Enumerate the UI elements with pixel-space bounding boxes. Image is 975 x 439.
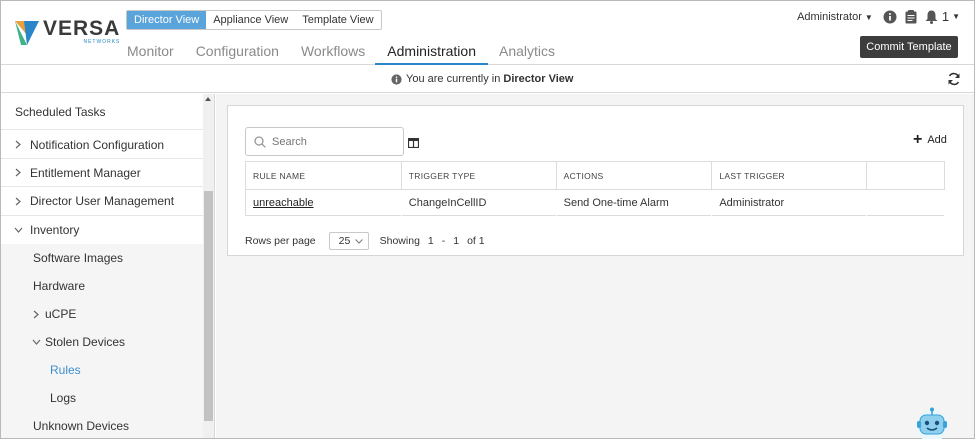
sidebar-item-hardware[interactable]: Hardware: [1, 272, 203, 300]
sidebar-item-unknown-devices[interactable]: Unknown Devices: [1, 412, 203, 438]
tab-analytics[interactable]: Analytics: [499, 41, 555, 65]
info-icon: [391, 73, 402, 85]
table-cell: ChangeInCellID: [401, 189, 557, 216]
appliance-view-button[interactable]: Appliance View: [206, 11, 295, 29]
caret-down-icon: ▼: [952, 12, 960, 21]
column-header-actions[interactable]: ACTIONS: [556, 161, 713, 190]
clipboard-icon[interactable]: [905, 9, 917, 24]
tab-configuration[interactable]: Configuration: [196, 41, 279, 65]
add-rule-button[interactable]: + Add: [913, 131, 947, 148]
current-view-message: You are currently in Director View: [391, 73, 573, 85]
sidebar-item-label: Hardware: [33, 279, 86, 293]
chatbot-assistant-icon[interactable]: [914, 406, 950, 439]
brand-sub: NETWORKS: [83, 39, 121, 45]
view-info-bar: You are currently in Director View: [1, 65, 974, 93]
showing-from: 1: [427, 235, 434, 247]
rule-name-link[interactable]: unreachable: [245, 189, 402, 216]
tab-administration[interactable]: Administration: [375, 41, 488, 65]
sidebar-item-notification-configuration[interactable]: Notification Configuration: [1, 131, 203, 159]
app-header: VERSA NETWORKS Director View Appliance V…: [1, 1, 974, 65]
info-icon[interactable]: [883, 10, 897, 24]
sidebar-item-inventory[interactable]: Inventory: [1, 216, 203, 244]
chevron-down-icon: [30, 339, 42, 345]
view-switcher: Director View Appliance View Template Vi…: [126, 10, 382, 30]
sidebar: Scheduled Tasks Notification Configurati…: [1, 94, 215, 438]
chevron-down-icon: [354, 238, 363, 244]
chevron-right-icon: [12, 197, 24, 206]
sidebar-item-label: Director User Management: [30, 194, 175, 208]
showing-total: of 1: [467, 235, 485, 247]
scroll-up-arrow-icon[interactable]: [205, 97, 211, 101]
table-header-row: RULE NAME TRIGGER TYPE ACTIONS LAST TRIG…: [245, 161, 945, 190]
main-content: + Add RULE NAME TRIGGER TYPE ACTIONS LAS…: [216, 94, 974, 438]
sidebar-scrollbar-thumb[interactable]: [204, 191, 213, 421]
notification-count: 1: [941, 9, 950, 24]
column-toggle-icon[interactable]: [407, 135, 420, 153]
table-cell: [866, 189, 945, 216]
add-label: Add: [927, 134, 947, 146]
main-nav: Monitor Configuration Workflows Administ…: [127, 41, 577, 65]
info-prefix: You are currently in: [406, 73, 501, 85]
rows-per-page-value: 25: [338, 235, 351, 247]
rules-table: RULE NAME TRIGGER TYPE ACTIONS LAST TRIG…: [245, 161, 945, 216]
bell-icon: [925, 10, 938, 24]
sidebar-item-label: Stolen Devices: [45, 335, 126, 349]
notifications-button[interactable]: 1 ▼: [925, 9, 960, 24]
versa-logo[interactable]: VERSA NETWORKS: [15, 18, 120, 45]
template-view-button[interactable]: Template View: [295, 11, 380, 29]
commit-template-button[interactable]: Commit Template: [860, 36, 958, 58]
user-dropdown[interactable]: Administrator ▼: [797, 11, 873, 23]
plus-icon: +: [913, 131, 923, 148]
showing-to: 1: [453, 235, 460, 247]
brand-name: VERSA: [43, 17, 121, 40]
chevron-right-icon: [12, 140, 24, 149]
table-cell: Send One-time Alarm: [556, 189, 713, 216]
rows-per-page-select[interactable]: 25: [328, 232, 369, 250]
sidebar-item-label: uCPE: [45, 307, 77, 321]
sidebar-item-label: Inventory: [30, 223, 80, 237]
sidebar-item-stolen-devices[interactable]: Stolen Devices: [1, 328, 203, 356]
sidebar-item-label: Entitlement Manager: [30, 165, 141, 180]
director-view-button[interactable]: Director View: [127, 11, 207, 29]
column-header-rule-name[interactable]: RULE NAME: [245, 161, 402, 190]
rows-per-page-label: Rows per page: [245, 235, 316, 247]
sidebar-item-label: Unknown Devices: [33, 419, 130, 433]
chevron-right-icon: [30, 310, 42, 319]
sidebar-item-label: Rules: [50, 363, 81, 377]
table-cell: Administrator: [711, 189, 868, 216]
sidebar-item-label: Software Images: [33, 251, 124, 265]
sidebar-item-ucpe[interactable]: uCPE: [1, 300, 203, 328]
search-icon: [254, 135, 266, 148]
tab-workflows[interactable]: Workflows: [301, 41, 365, 65]
search-box[interactable]: [245, 127, 404, 156]
sidebar-item-label: Logs: [50, 391, 77, 405]
pagination: Rows per page 25 Showing 1 - 1 of 1: [245, 232, 485, 250]
tab-monitor[interactable]: Monitor: [127, 41, 174, 65]
info-view-name: Director View: [503, 73, 574, 85]
sidebar-item-rules[interactable]: Rules: [1, 356, 203, 384]
showing-separator: -: [441, 235, 446, 247]
caret-down-icon: ▼: [864, 12, 873, 22]
column-header-empty: [866, 161, 945, 190]
search-input[interactable]: [272, 135, 392, 148]
user-menu: Administrator ▼ 1 ▼: [797, 9, 960, 24]
sidebar-item-label: Scheduled Tasks: [15, 104, 106, 119]
sidebar-item-director-user-management[interactable]: Director User Management: [1, 187, 203, 216]
sidebar-item-logs[interactable]: Logs: [1, 384, 203, 412]
chevron-right-icon: [12, 168, 24, 177]
refresh-icon[interactable]: [947, 72, 961, 89]
table-row[interactable]: unreachable ChangeInCellID Send One-time…: [245, 189, 945, 216]
chevron-down-icon: [12, 227, 24, 233]
rules-panel: + Add RULE NAME TRIGGER TYPE ACTIONS LAS…: [227, 105, 964, 256]
sidebar-item-entitlement-manager[interactable]: Entitlement Manager: [1, 159, 203, 187]
versa-logo-icon: [15, 20, 39, 45]
sidebar-item-label: Notification Configuration: [30, 137, 165, 152]
sidebar-item-scheduled-tasks[interactable]: Scheduled Tasks: [1, 94, 203, 130]
showing-label: Showing: [379, 235, 420, 247]
column-header-last-trigger[interactable]: LAST TRIGGER: [711, 161, 868, 190]
column-header-trigger-type[interactable]: TRIGGER TYPE: [401, 161, 557, 190]
sidebar-item-software-images[interactable]: Software Images: [1, 244, 203, 272]
user-name: Administrator: [797, 10, 862, 23]
